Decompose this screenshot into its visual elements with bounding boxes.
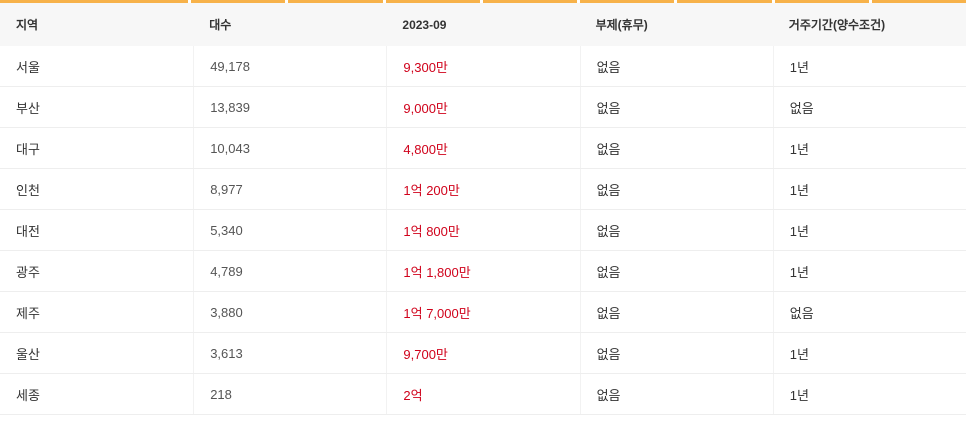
cell-price: 9,700만 [386,333,579,373]
taxi-license-table: 지역 대수 2023-09 부제(휴무) 거주기간(양수조건) 서울 49,17… [0,0,966,415]
cell-rotation: 없음 [579,46,773,86]
table-row: 광주 4,789 1억 1,800만 없음 1년 [0,251,966,292]
cell-residence: 1년 [772,333,966,373]
cell-count: 218 [193,374,386,414]
cell-count: 4,789 [193,251,386,291]
cell-residence: 없음 [772,87,966,127]
cell-price: 1억 800만 [386,210,579,250]
cell-region: 광주 [16,264,40,280]
cell-rotation: 없음 [579,87,773,127]
cell-region: 제주 [16,305,40,321]
cell-residence: 1년 [772,374,966,414]
column-header-price: 2023-09 [402,17,447,32]
table-row: 세종 218 2억 없음 1년 [0,374,966,415]
table-header-row: 지역 대수 2023-09 부제(휴무) 거주기간(양수조건) [0,3,966,46]
cell-region: 대전 [16,223,40,239]
cell-count: 3,880 [193,292,386,332]
cell-count: 10,043 [193,128,386,168]
cell-residence: 1년 [772,46,966,86]
cell-region: 인천 [16,182,40,198]
cell-price: 1억 7,000만 [386,292,579,332]
cell-rotation: 없음 [579,374,773,414]
cell-count: 49,178 [193,46,386,86]
cell-residence: 1년 [772,169,966,209]
cell-price: 4,800만 [386,128,579,168]
cell-region: 부산 [16,100,40,116]
table-row: 인천 8,977 1억 200만 없음 1년 [0,169,966,210]
cell-price: 1억 200만 [386,169,579,209]
cell-residence: 1년 [772,210,966,250]
cell-count: 3,613 [193,333,386,373]
cell-residence: 1년 [772,251,966,291]
cell-price: 1억 1,800만 [386,251,579,291]
cell-count: 8,977 [193,169,386,209]
table-row: 제주 3,880 1억 7,000만 없음 없음 [0,292,966,333]
table-row: 대전 5,340 1억 800만 없음 1년 [0,210,966,251]
column-header-region: 지역 [16,18,39,32]
cell-count: 13,839 [193,87,386,127]
cell-rotation: 없음 [579,251,773,291]
cell-rotation: 없음 [579,210,773,250]
cell-rotation: 없음 [579,169,773,209]
column-header-rotation: 부제(휴무) [595,18,648,32]
cell-price: 2억 [386,374,579,414]
cell-rotation: 없음 [579,333,773,373]
cell-price: 9,300만 [386,46,579,86]
table-row: 대구 10,043 4,800만 없음 1년 [0,128,966,169]
cell-region: 세종 [16,387,40,403]
cell-region: 울산 [16,346,40,362]
cell-price: 9,000만 [386,87,579,127]
cell-region: 대구 [16,141,40,157]
cell-region: 서울 [16,59,40,75]
table-row: 부산 13,839 9,000만 없음 없음 [0,87,966,128]
table-row: 울산 3,613 9,700만 없음 1년 [0,333,966,374]
cell-residence: 1년 [772,128,966,168]
cell-count: 5,340 [193,210,386,250]
cell-rotation: 없음 [579,292,773,332]
cell-residence: 없음 [772,292,966,332]
table-row: 서울 49,178 9,300만 없음 1년 [0,46,966,87]
cell-rotation: 없음 [579,128,773,168]
column-header-residence: 거주기간(양수조건) [788,18,886,32]
column-header-count: 대수 [209,18,232,32]
